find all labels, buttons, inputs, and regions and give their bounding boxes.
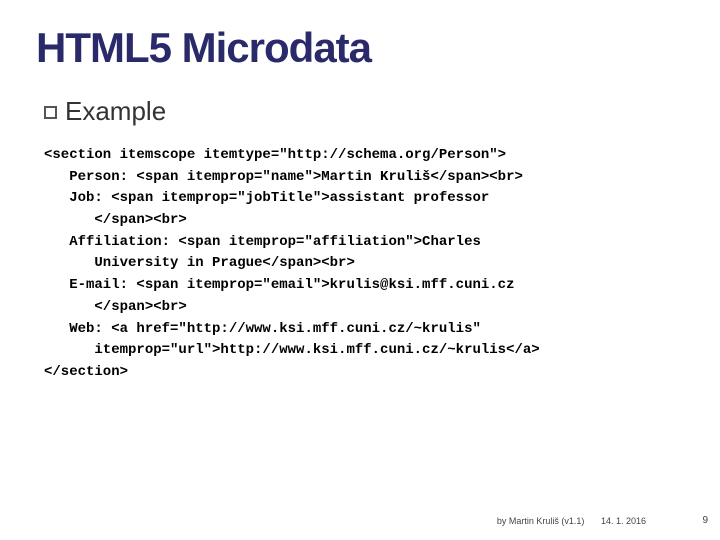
page-number: 9 [702,515,708,526]
footer-author: by Martin Kruliš (v1.1) [497,516,585,526]
page-title: HTML5 Microdata [36,24,684,72]
code-block: <section itemscope itemtype="http://sche… [44,145,684,384]
subtitle-row: Example [44,96,684,127]
bullet-icon [44,106,57,119]
footer-date: 14. 1. 2016 [601,516,646,526]
slide: HTML5 Microdata Example <section itemsco… [0,0,720,540]
subtitle-text: Example [65,96,166,127]
footer: by Martin Kruliš (v1.1) 14. 1. 2016 [497,516,684,526]
